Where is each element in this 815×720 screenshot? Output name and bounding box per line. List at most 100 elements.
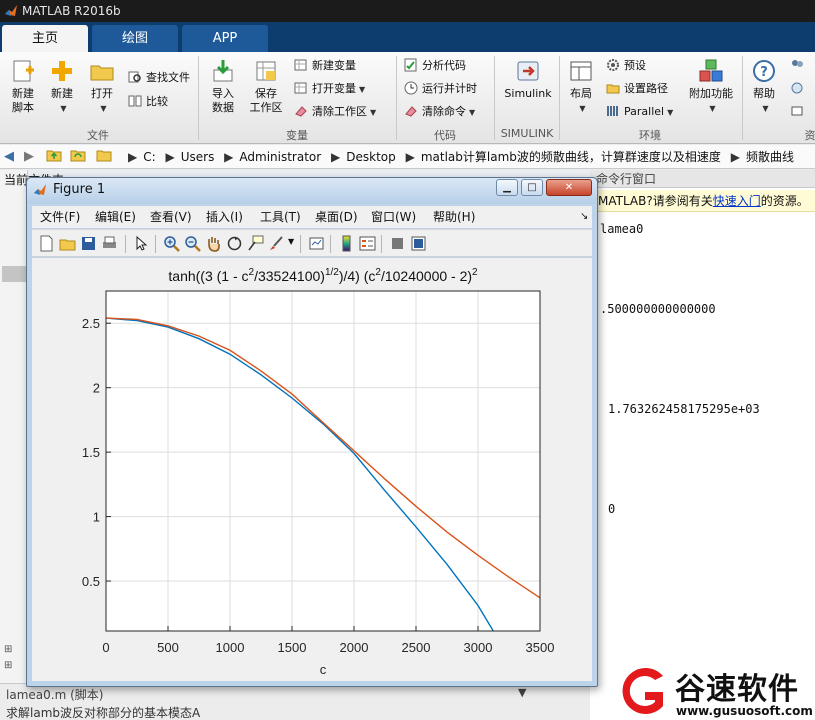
eraser-icon xyxy=(405,106,417,117)
group-environment-label: 环境 xyxy=(639,129,661,142)
menu-edit[interactable]: 编辑(E) xyxy=(95,206,136,228)
open-button[interactable]: 打开 ▼ xyxy=(84,58,120,116)
simulink-icon xyxy=(517,61,539,81)
expand-node-icon[interactable]: ⊞ xyxy=(4,660,12,671)
menu-help[interactable]: 帮助(H) xyxy=(433,206,475,228)
menu-desktop[interactable]: 桌面(D) xyxy=(315,206,358,228)
tab-home[interactable]: 主页 xyxy=(2,25,88,52)
x-tick-label: 3500 xyxy=(526,640,555,655)
learn-icon[interactable] xyxy=(790,104,808,120)
pan-hand-icon[interactable] xyxy=(205,235,222,252)
find-files-button[interactable]: 查找文件 xyxy=(128,70,190,86)
title-segment: /33524100) xyxy=(254,268,325,284)
support-icon[interactable] xyxy=(790,81,808,97)
new-script-button[interactable]: 新建 脚本 xyxy=(4,58,42,115)
pointer-arrow-icon[interactable] xyxy=(133,235,150,252)
help-button[interactable]: ? 帮助 ▼ xyxy=(746,58,782,116)
tab-apps[interactable]: APP xyxy=(182,25,268,52)
open-variable-button[interactable]: 打开变量 ▼ xyxy=(294,81,365,98)
maximize-button[interactable]: □ xyxy=(521,179,543,196)
menu-tools[interactable]: 工具(T) xyxy=(260,206,301,228)
watermark-text: 谷速软件 xyxy=(675,672,799,707)
breadcrumb-item[interactable]: Desktop xyxy=(346,150,396,164)
breadcrumb-separator: ▶ xyxy=(331,150,341,164)
up-folder-icon[interactable] xyxy=(46,145,62,168)
menu-insert[interactable]: 插入(I) xyxy=(206,206,243,228)
parallel-button[interactable]: Parallel ▼ xyxy=(606,104,673,121)
data-cursor-icon[interactable] xyxy=(247,235,264,252)
tab-plots[interactable]: 绘图 xyxy=(92,25,178,52)
save-workspace-button[interactable]: 保存 工作区 xyxy=(246,58,286,115)
layout-button[interactable]: 布局 ▼ xyxy=(564,58,598,116)
run-and-time-button[interactable]: 运行并计时 xyxy=(404,81,477,97)
x-tick-label: 3000 xyxy=(464,640,493,655)
chevron-down-icon: ▼ xyxy=(370,108,377,117)
clear-commands-button[interactable]: 清除命令 ▼ xyxy=(404,104,475,121)
simulink-button[interactable]: Simulink xyxy=(500,58,556,101)
menu-dock-arrow-icon[interactable]: ↘ xyxy=(580,206,588,228)
new-script-icon xyxy=(13,60,34,82)
rotate-3d-icon[interactable] xyxy=(226,235,243,252)
chevron-down-icon[interactable]: ▼ xyxy=(518,686,526,699)
expand-node-icon[interactable]: ⊞ xyxy=(4,644,12,655)
breadcrumb-item[interactable]: 频散曲线 xyxy=(746,150,794,164)
zoom-in-icon[interactable] xyxy=(163,235,180,252)
breadcrumb-item[interactable]: C: xyxy=(143,150,155,164)
new-plus-icon xyxy=(52,61,72,81)
y-tick-label: 2 xyxy=(93,381,100,396)
new-button[interactable]: 新建 ▼ xyxy=(44,58,80,116)
close-button[interactable]: ✕ xyxy=(546,179,592,196)
x-tick-label: 0 xyxy=(102,640,109,655)
show-plot-tools-icon[interactable] xyxy=(410,235,427,252)
new-variable-button[interactable]: 新建变量 xyxy=(294,58,356,74)
open-variable-icon xyxy=(294,82,307,94)
chevron-down-icon: ▼ xyxy=(100,104,107,113)
preferences-button[interactable]: 预设 xyxy=(606,58,646,74)
toolbar-divider xyxy=(300,235,301,253)
zoom-out-icon[interactable] xyxy=(184,235,201,252)
addons-button[interactable]: 附加功能 ▼ xyxy=(688,58,734,116)
figure-title-bar[interactable]: Figure 1 ▁ □ ✕ xyxy=(27,178,597,204)
y-tick-label: 1 xyxy=(93,510,100,525)
quick-start-link[interactable]: 快速入门 xyxy=(713,194,761,208)
watermark: 谷速软件 www.gusuosoft.com xyxy=(615,662,815,720)
find-files-icon xyxy=(128,71,141,83)
save-icon[interactable] xyxy=(80,235,97,252)
back-arrow-icon[interactable]: ◀ xyxy=(4,145,14,168)
matlab-logo-icon xyxy=(5,5,17,16)
line-plot[interactable]: tanh((3 (1 - c 2/33524100)1/2)/4) (c 2/102… xyxy=(32,258,592,681)
compare-button[interactable]: 比较 xyxy=(128,94,168,110)
selected-file-row[interactable] xyxy=(2,266,26,282)
title-segment: tanh((3 (1 - c xyxy=(168,268,248,284)
community-icon[interactable] xyxy=(790,58,808,74)
details-description: 求解lamb波反对称部分的基本模态A xyxy=(6,706,201,720)
forward-arrow-icon[interactable]: ▶ xyxy=(24,145,34,168)
menu-view[interactable]: 查看(V) xyxy=(150,206,192,228)
simulink-label: Simulink xyxy=(504,87,552,100)
breadcrumb-item[interactable]: Users xyxy=(181,150,215,164)
breadcrumb-item[interactable]: Administrator xyxy=(239,150,321,164)
print-icon[interactable] xyxy=(101,235,118,252)
open-label: 打开 xyxy=(91,87,113,100)
link-plot-icon[interactable] xyxy=(308,235,325,252)
chevron-down-icon[interactable]: ▼ xyxy=(288,237,294,246)
minimize-button[interactable]: ▁ xyxy=(496,179,518,196)
hide-plot-tools-icon[interactable] xyxy=(389,235,406,252)
brush-icon[interactable] xyxy=(268,235,285,252)
colorbar-icon[interactable] xyxy=(338,235,355,252)
set-path-button[interactable]: 设置路径 xyxy=(606,81,668,97)
root-folder-icon[interactable] xyxy=(96,145,112,168)
menu-window[interactable]: 窗口(W) xyxy=(371,206,416,228)
open-file-icon[interactable] xyxy=(59,235,76,252)
address-bar: ◀ ▶ ▶ C: ▶ Users ▶ Administrator ▶ Desktop ▶… xyxy=(0,145,815,169)
command-window[interactable]: 命令行窗口 MATLAB?请参阅有关快速入门的资源。 lamea0 .50000… xyxy=(590,170,815,720)
legend-icon[interactable] xyxy=(359,235,376,252)
import-data-button[interactable]: 导入 数据 xyxy=(204,58,242,115)
browse-folder-icon[interactable] xyxy=(70,145,86,168)
new-figure-icon[interactable] xyxy=(38,235,55,252)
figure-canvas[interactable]: tanh((3 (1 - c 2/33524100)1/2)/4) (c 2/102… xyxy=(32,258,592,681)
analyze-code-button[interactable]: 分析代码 xyxy=(404,58,466,74)
clear-workspace-button[interactable]: 清除工作区 ▼ xyxy=(294,104,376,121)
breadcrumb-item[interactable]: matlab计算lamb波的频散曲线，计算群速度以及相速度 xyxy=(421,150,721,164)
menu-file[interactable]: 文件(F) xyxy=(40,206,80,228)
